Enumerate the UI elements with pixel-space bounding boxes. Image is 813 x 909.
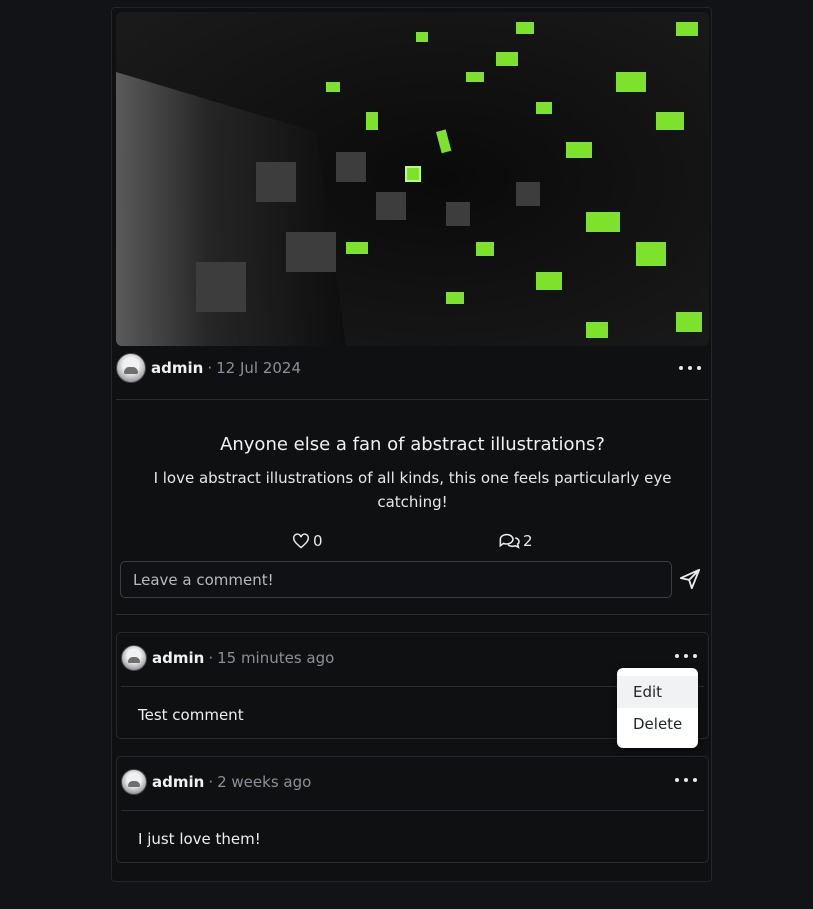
- like-count: 0: [313, 532, 323, 550]
- post-title: Anyone else a fan of abstract illustrati…: [220, 434, 605, 455]
- avatar[interactable]: [121, 645, 147, 671]
- comment-text: Test comment: [138, 706, 244, 724]
- comment-item: admin · 2 weeks ago I just love them!: [116, 756, 709, 863]
- post-author[interactable]: admin: [151, 359, 203, 377]
- comment-more-button[interactable]: [675, 773, 697, 787]
- meta-separator: ·: [208, 773, 214, 791]
- divider: [121, 810, 704, 811]
- post-description: I love abstract illustrations of all kin…: [153, 469, 672, 511]
- comment-more-button[interactable]: [675, 649, 697, 663]
- comment-time: 2 weeks ago: [217, 773, 312, 791]
- comments-count: 2: [523, 532, 533, 550]
- comments-button[interactable]: 2: [498, 532, 533, 550]
- comment-author[interactable]: admin: [152, 649, 204, 667]
- comment-author[interactable]: admin: [152, 773, 204, 791]
- comment-text: I just love them!: [138, 830, 261, 848]
- meta-separator: ·: [208, 649, 214, 667]
- comment-options-menu: Edit Delete: [617, 668, 698, 748]
- more-dots-icon: [675, 778, 679, 782]
- post-date: 12 Jul 2024: [216, 359, 301, 377]
- comment-time: 15 minutes ago: [217, 649, 335, 667]
- edit-menu-item[interactable]: Edit: [617, 676, 698, 708]
- more-dots-icon: [675, 654, 679, 658]
- comment-meta: admin · 15 minutes ago: [121, 645, 334, 671]
- divider: [116, 399, 709, 400]
- delete-menu-item[interactable]: Delete: [617, 708, 698, 740]
- avatar[interactable]: [116, 353, 146, 383]
- comment-meta: admin · 2 weeks ago: [121, 769, 311, 795]
- comments-icon: [499, 533, 520, 549]
- post-meta: admin · 12 Jul 2024: [116, 353, 301, 383]
- more-dots-icon: [679, 366, 683, 370]
- send-icon[interactable]: [679, 568, 701, 590]
- like-button[interactable]: 0: [292, 532, 323, 550]
- avatar[interactable]: [121, 769, 147, 795]
- post-image: [116, 12, 709, 346]
- meta-separator: ·: [207, 359, 213, 377]
- heart-icon: [293, 533, 309, 549]
- post-card: admin · 12 Jul 2024 Anyone else a fan of…: [111, 7, 712, 882]
- divider: [116, 614, 709, 615]
- comment-input[interactable]: [120, 561, 672, 598]
- post-more-button[interactable]: [679, 361, 701, 375]
